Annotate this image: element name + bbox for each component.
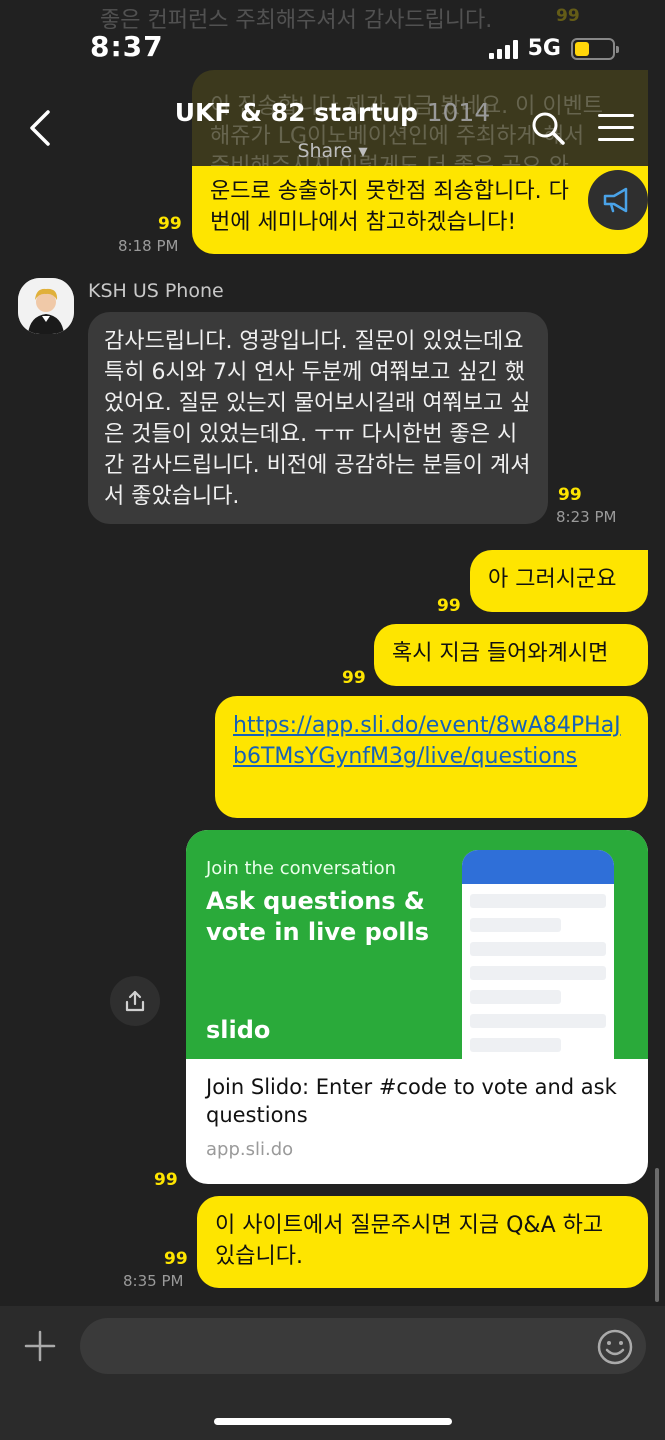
battery-icon bbox=[571, 37, 619, 60]
share-button[interactable] bbox=[110, 976, 160, 1026]
status-icons: 5G bbox=[488, 36, 619, 61]
background-message: 좋은 컨퍼런스 주최해주셔서 감사드립니다. bbox=[100, 8, 493, 33]
member-count: 1014 bbox=[426, 98, 491, 127]
message-time: 8:18 PM bbox=[118, 237, 179, 255]
message-bubble[interactable]: 이 사이트에서 질문주시면 지금 Q&A 하고 있습니다. bbox=[197, 1196, 648, 1288]
status-time: 8:37 bbox=[90, 30, 164, 63]
notice-button[interactable] bbox=[588, 170, 648, 230]
chat-name: UKF & 82 startup bbox=[174, 98, 418, 127]
message-line: 운드로 송출하지 못한점 죄송합니다. 다 bbox=[210, 179, 569, 204]
sender-name: KSH US Phone bbox=[88, 280, 224, 302]
share-label: Share bbox=[297, 140, 353, 162]
link-preview-card[interactable]: Join the conversation Ask questions & vo… bbox=[186, 830, 648, 1184]
message-bubble[interactable]: 감사드립니다. 영광입니다. 질문이 있었는데요 특히 6시와 7시 연사 두분… bbox=[88, 312, 548, 524]
network-label: 5G bbox=[527, 36, 561, 61]
preview-headline: Ask questions & vote in live polls bbox=[206, 887, 430, 946]
unread-count: 99 bbox=[558, 485, 582, 505]
preview-image: Join the conversation Ask questions & vo… bbox=[186, 830, 648, 1059]
avatar[interactable] bbox=[18, 278, 74, 334]
megaphone-icon bbox=[603, 187, 628, 213]
plus-icon[interactable] bbox=[24, 1330, 56, 1362]
home-indicator[interactable] bbox=[214, 1418, 452, 1425]
preview-url: app.sli.do bbox=[206, 1139, 294, 1160]
message-bubble[interactable]: 혹시 지금 들어와계시면 bbox=[374, 624, 648, 686]
message-input[interactable] bbox=[80, 1318, 646, 1374]
signal-icon bbox=[488, 39, 518, 59]
emoji-icon[interactable] bbox=[596, 1328, 634, 1366]
search-icon[interactable] bbox=[530, 110, 566, 146]
message-bubble[interactable]: 운드로 송출하지 못한점 죄송합니다. 다 번에 세미나에서 참고하겠습니다! bbox=[192, 166, 648, 254]
background-unread: 99 bbox=[556, 6, 580, 26]
menu-icon[interactable] bbox=[598, 114, 634, 142]
caret-down-icon: ▼ bbox=[358, 144, 368, 159]
message-line: 번에 세미나에서 참고하겠습니다! bbox=[210, 210, 517, 235]
message-bubble[interactable]: 아 그러시군요 bbox=[470, 550, 648, 612]
share-icon bbox=[125, 990, 145, 1012]
unread-count: 99 bbox=[154, 1170, 178, 1190]
preview-subtitle: Join the conversation bbox=[206, 858, 397, 879]
message-time: 8:35 PM bbox=[123, 1272, 184, 1290]
message-bubble[interactable]: https://app.sli.do/event/8wA84PHaJb6TMsY… bbox=[215, 696, 648, 818]
scrollbar[interactable] bbox=[655, 1168, 659, 1302]
preview-title: Join Slido: Enter #code to vote and ask … bbox=[206, 1075, 617, 1127]
message-link[interactable]: https://app.sli.do/event/8wA84PHaJb6TMsY… bbox=[233, 713, 621, 769]
slido-logo: slido bbox=[206, 1016, 271, 1044]
phone-mockup-illustration bbox=[462, 850, 614, 1059]
unread-count: 99 bbox=[437, 596, 461, 616]
profile-photo bbox=[18, 278, 74, 334]
unread-count: 99 bbox=[342, 668, 366, 688]
message-time: 8:23 PM bbox=[556, 508, 617, 526]
unread-count: 99 bbox=[158, 214, 182, 234]
unread-count: 99 bbox=[164, 1249, 188, 1269]
